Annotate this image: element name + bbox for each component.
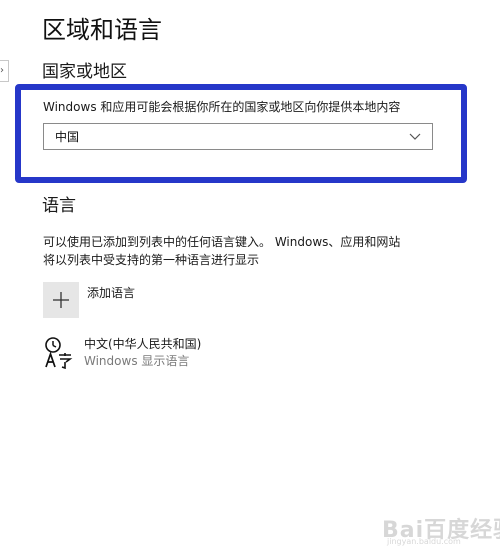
page-title: 区域和语言 bbox=[42, 16, 162, 44]
language-description: 可以使用已添加到列表中的任何语言键入。 Windows、应用和网站 将以列表中受… bbox=[43, 233, 463, 269]
watermark-logo: Bai百度经验 jingyan.baidu.com bbox=[382, 512, 500, 548]
region-description: Windows 和应用可能会根据你所在的国家或地区向你提供本地内容 bbox=[43, 100, 401, 114]
chevron-right-icon: › bbox=[0, 65, 4, 76]
language-description-line: 可以使用已添加到列表中的任何语言键入。 Windows、应用和网站 bbox=[43, 235, 401, 249]
language-description-line: 将以列表中受支持的第一种语言进行显示 bbox=[43, 253, 260, 267]
watermark-url: jingyan.baidu.com bbox=[387, 537, 461, 546]
region-heading: 国家或地区 bbox=[42, 62, 127, 82]
country-dropdown-value: 中国 bbox=[55, 130, 80, 144]
language-heading: 语言 bbox=[42, 196, 76, 216]
chevron-down-icon bbox=[409, 133, 421, 140]
add-language-label[interactable]: 添加语言 bbox=[87, 284, 135, 302]
add-language-button[interactable] bbox=[43, 282, 79, 318]
plus-icon bbox=[53, 292, 69, 308]
country-dropdown[interactable]: 中国 bbox=[43, 123, 433, 150]
sidebar-collapse-tab[interactable]: › bbox=[0, 60, 9, 82]
language-icon bbox=[45, 337, 73, 369]
language-item-name[interactable]: 中文(中华人民共和国) bbox=[84, 335, 201, 353]
language-item-subtitle: Windows 显示语言 bbox=[84, 354, 190, 368]
